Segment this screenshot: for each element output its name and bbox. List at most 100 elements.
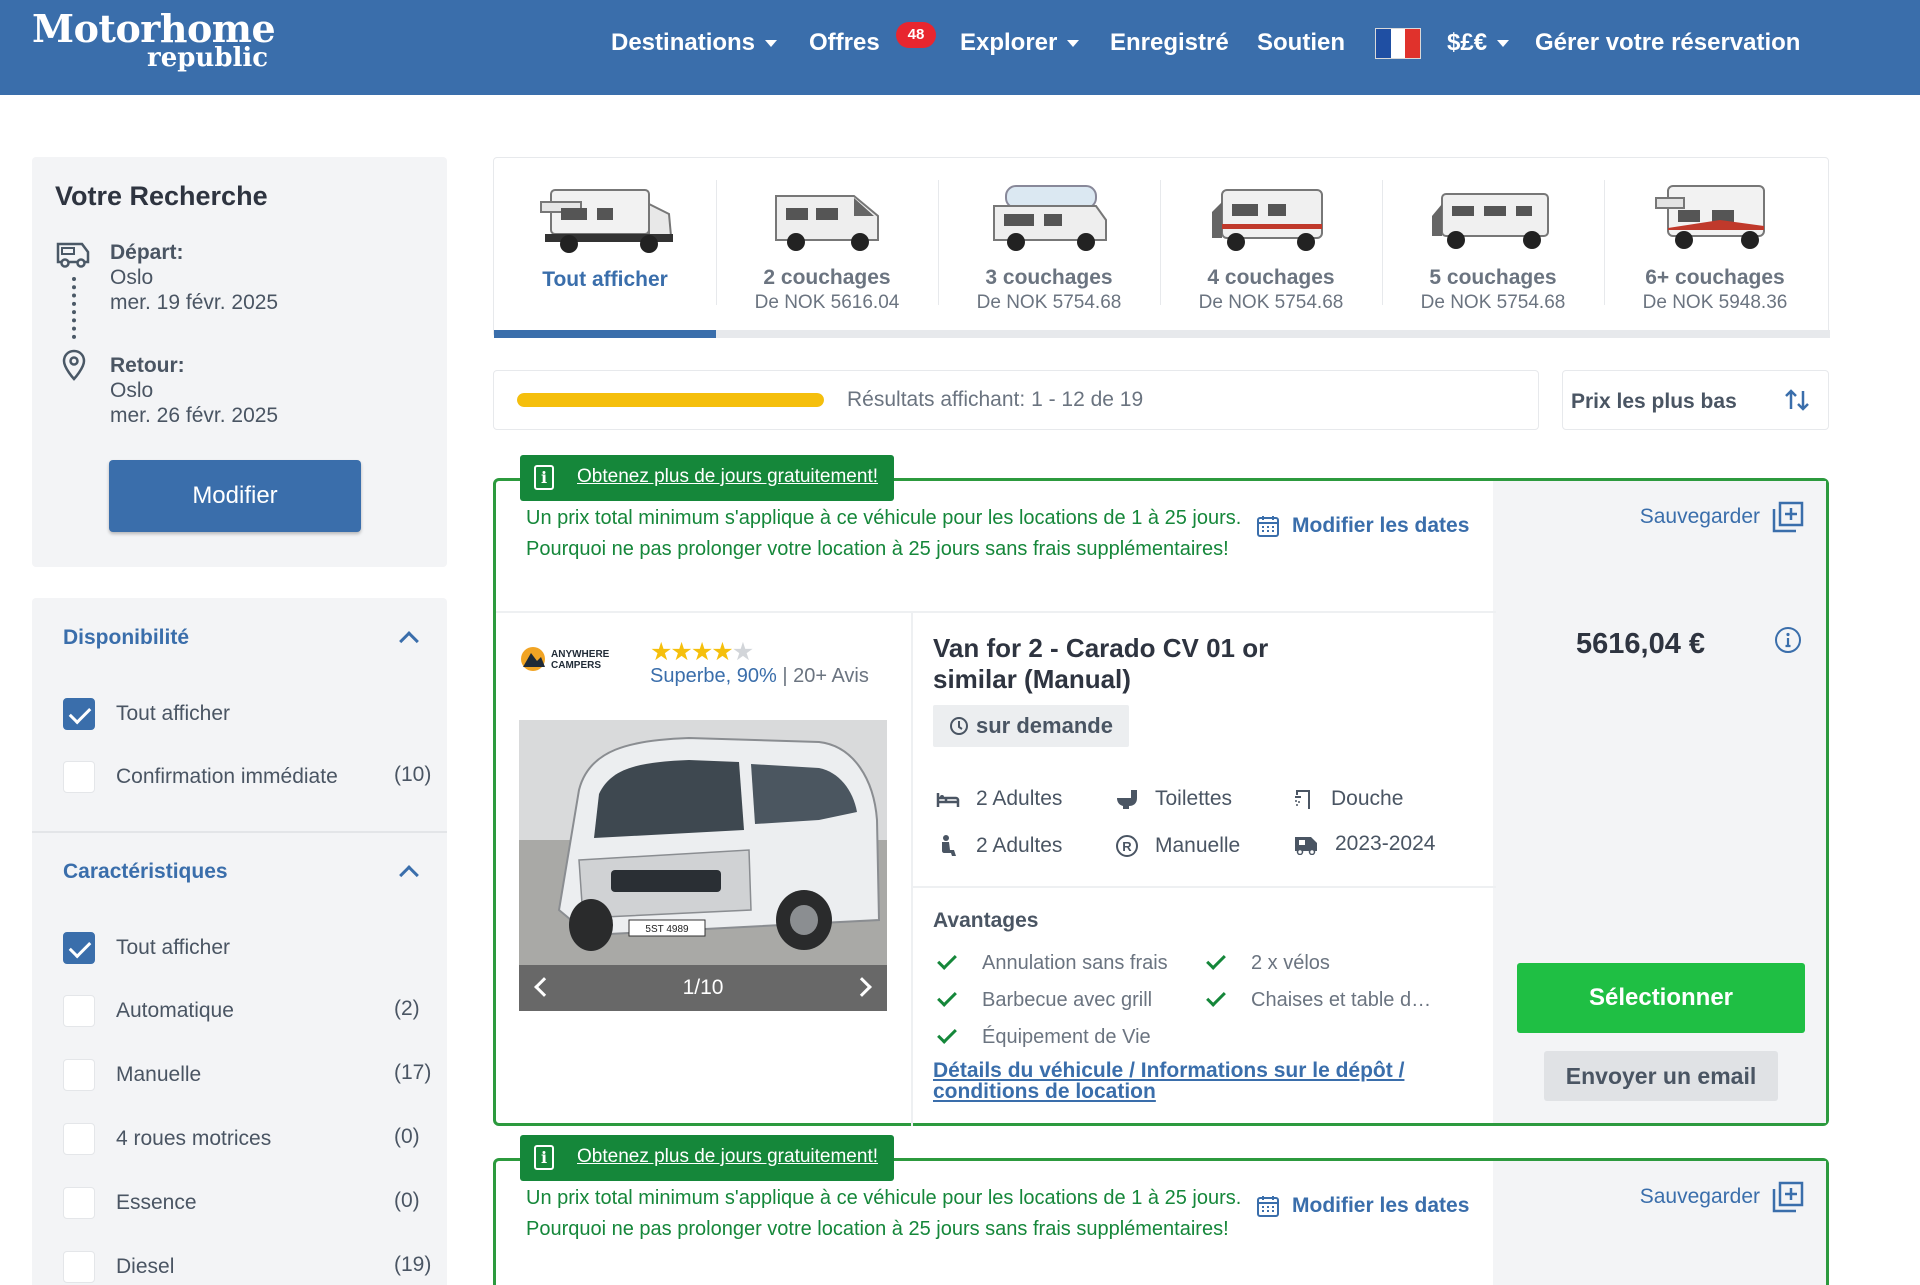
filter-petrol[interactable]: Essence (0) <box>63 1187 423 1219</box>
filter-count: (17) <box>394 1061 432 1084</box>
tab-2-berths[interactable]: 2 couchages De NOK 5616.04 <box>716 158 938 328</box>
filter-availability-title[interactable]: Disponibilité <box>63 626 189 650</box>
nav-offers[interactable]: Offres <box>809 29 880 57</box>
rating-text[interactable]: Superbe, 90% <box>650 665 777 687</box>
sort-label: Prix les plus bas <box>1571 390 1737 413</box>
results-text: Résultats affichant: 1 - 12 de 19 <box>847 388 1143 412</box>
vehicle-photo-carousel[interactable]: 5ST 4989 1/10 <box>519 720 887 1011</box>
shower-icon <box>1295 790 1310 809</box>
filter-availability-all[interactable]: Tout afficher <box>63 698 423 730</box>
nav-saved[interactable]: Enregistré <box>1110 29 1229 57</box>
vehicle-title[interactable]: Van for 2 - Carado CV 01 or similar (Man… <box>933 633 1273 695</box>
filters-panel: Disponibilité Tout afficher Confirmation… <box>32 598 447 1285</box>
checkbox[interactable] <box>63 698 95 730</box>
vehicle-details-link[interactable]: Détails du véhicule / Informations sur l… <box>933 1060 1453 1102</box>
info-icon <box>534 465 554 490</box>
checkbox[interactable] <box>63 1123 95 1155</box>
chevron-up-icon[interactable] <box>399 865 419 885</box>
feature-label: Toilettes <box>1155 787 1233 810</box>
tab-price: De NOK 5754.68 <box>1420 292 1566 313</box>
results-range: 1 - 12 de 19 <box>1031 388 1144 411</box>
listing-price-panel <box>1493 1161 1826 1285</box>
berth-category-tabs: Tout afficher 2 couchages De NOK 5616.04… <box>493 157 1830 338</box>
listing-price: 5616,04 € <box>1576 628 1706 660</box>
promo-tab-label: Obtenez plus de jours gratuitement! <box>577 466 879 487</box>
filter-label: Essence <box>116 1191 197 1214</box>
tab-all[interactable]: Tout afficher <box>494 158 716 328</box>
info-icon <box>534 1145 554 1170</box>
tab-5-berths[interactable]: 5 couchages De NOK 5754.68 <box>1382 158 1604 328</box>
nav-currency[interactable]: $£€ <box>1447 29 1510 57</box>
modify-search-button[interactable]: Modifier <box>109 460 361 532</box>
nav-explore[interactable]: Explorer <box>960 29 1080 57</box>
tab-3-berths[interactable]: 3 couchages De NOK 5754.68 <box>938 158 1160 328</box>
filter-features-title[interactable]: Caractéristiques <box>63 860 228 884</box>
modify-dates-link[interactable]: Modifier les dates <box>1256 1194 1469 1218</box>
check-icon <box>1206 950 1226 970</box>
route-dots <box>72 277 76 339</box>
filter-label: Manuelle <box>116 1063 202 1086</box>
return-block: Retour: Oslo mer. 26 févr. 2025 <box>110 353 278 428</box>
motorhome-6plus-berth-icon <box>1655 185 1765 249</box>
checkbox[interactable] <box>63 932 95 964</box>
checkbox[interactable] <box>63 1187 95 1219</box>
filter-instant-confirmation[interactable]: Confirmation immédiate (10) <box>63 761 431 793</box>
checkbox[interactable] <box>63 761 95 793</box>
chevron-up-icon[interactable] <box>399 631 419 651</box>
save-listing-button[interactable]: Sauvegarder <box>1640 501 1804 533</box>
filter-count: (19) <box>394 1253 432 1276</box>
departure-label: Départ: <box>110 241 184 264</box>
chevron-down-icon <box>1067 40 1080 48</box>
return-date: mer. 26 févr. 2025 <box>110 404 279 427</box>
tab-4-berths[interactable]: 4 couchages De NOK 5754.68 <box>1160 158 1382 328</box>
vehicle-photo: 5ST 4989 <box>519 720 887 965</box>
filter-features-all[interactable]: Tout afficher <box>63 932 423 964</box>
checkbox[interactable] <box>63 995 95 1027</box>
nav-manage-booking-label: Gérer votre réservation <box>1535 29 1801 56</box>
filter-count: (2) <box>394 997 420 1020</box>
logo-text: CAMPERS <box>551 660 601 671</box>
modify-dates-link[interactable]: Modifier les dates <box>1256 514 1469 538</box>
nav-manage-booking[interactable]: Gérer votre réservation <box>1535 29 1800 57</box>
price-info-icon[interactable] <box>1774 626 1802 654</box>
sort-dropdown[interactable]: Prix les plus bas <box>1562 370 1829 430</box>
availability-badge: sur demande <box>933 705 1129 747</box>
filter-label: Confirmation immédiate <box>116 765 338 788</box>
advantage-item: Chaises et table d… <box>1205 987 1431 1012</box>
free-days-promo-tab[interactable]: Obtenez plus de jours gratuitement! <box>520 455 894 501</box>
filter-label: Tout afficher <box>116 936 231 959</box>
nav-support[interactable]: Soutien <box>1257 29 1345 57</box>
bed-icon <box>936 793 960 807</box>
feature-label: 2 Adultes <box>976 787 1063 810</box>
filter-manual[interactable]: Manuelle (17) <box>63 1059 431 1091</box>
star-icon: ★ <box>650 638 672 666</box>
carousel-controls: 1/10 <box>519 965 887 1011</box>
star-icon: ★ <box>690 638 713 666</box>
send-email-button[interactable]: Envoyer un email <box>1544 1051 1778 1101</box>
free-days-promo-tab[interactable]: Obtenez plus de jours gratuitement! <box>520 1135 894 1181</box>
tab-6plus-berths[interactable]: 6+ couchages De NOK 5948.36 <box>1604 158 1826 328</box>
feature-year: 2023-2024 <box>1293 832 1435 856</box>
select-button[interactable]: Sélectionner <box>1517 963 1805 1033</box>
results-progress-fill <box>517 393 824 407</box>
tab-label: 2 couchages <box>763 266 891 289</box>
seat-icon <box>942 835 956 856</box>
gearbox-icon: R <box>1116 835 1138 857</box>
feature-transmission: R Manuelle <box>1115 834 1240 858</box>
check-icon <box>937 987 957 1007</box>
availability-label: sur demande <box>976 713 1113 738</box>
filter-diesel[interactable]: Diesel (19) <box>63 1251 431 1283</box>
filter-automatic[interactable]: Automatique (2) <box>63 995 423 1027</box>
tab-price: De NOK 5948.36 <box>1642 292 1788 313</box>
save-listing-button[interactable]: Sauvegarder <box>1640 1181 1804 1213</box>
modify-dates-label: Modifier les dates <box>1292 514 1470 537</box>
nav-destinations[interactable]: Destinations <box>611 29 778 57</box>
tab-label: 5 couchages <box>1429 266 1557 289</box>
checkbox[interactable] <box>63 1059 95 1091</box>
language-flag-icon[interactable] <box>1375 28 1421 59</box>
filter-4wd[interactable]: 4 roues motrices (0) <box>63 1123 423 1155</box>
reviews-count[interactable]: 20+ Avis <box>793 665 869 687</box>
calendar-icon <box>1257 1196 1279 1217</box>
checkbox[interactable] <box>63 1251 95 1283</box>
filter-label: 4 roues motrices <box>116 1127 272 1150</box>
